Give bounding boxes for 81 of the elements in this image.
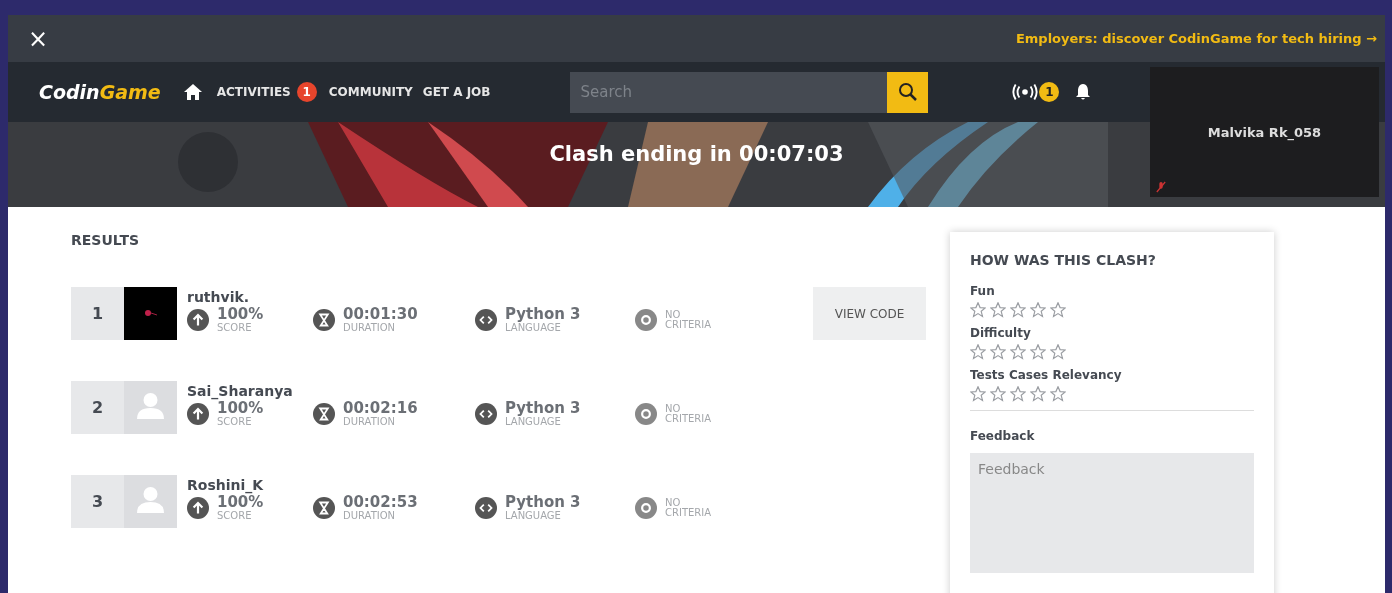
logo[interactable]: CodinGame: [39, 81, 161, 103]
criteria-value: NO: [665, 403, 682, 414]
star-icon[interactable]: [1050, 386, 1066, 402]
close-button[interactable]: ×: [28, 24, 49, 53]
rating-label: Tests Cases Relevancy: [970, 368, 1123, 382]
criteria-value: NO: [665, 309, 682, 320]
player-name[interactable]: Sai_Sharanya: [187, 383, 777, 399]
score-label: SCORE: [217, 416, 253, 428]
criteria-label: CRITERIA: [665, 414, 712, 425]
view-code-button[interactable]: VIEW CODE: [813, 287, 926, 340]
language-value: Python 3: [505, 495, 581, 511]
score-value: 100%: [217, 495, 264, 511]
duration-label: DURATION: [343, 510, 397, 522]
arrow-up-icon: [187, 309, 209, 332]
participant-name: Malvika Rk_058: [1207, 124, 1322, 140]
search-field[interactable]: Search: [570, 71, 888, 113]
search-icon: [897, 82, 918, 102]
score-label: SCORE: [217, 510, 253, 522]
star-icon[interactable]: [1010, 386, 1026, 402]
star-icon[interactable]: [970, 386, 986, 402]
feedback-label: Feedback: [970, 429, 1036, 443]
score-label: SCORE: [217, 322, 253, 334]
duration-value: 00:02:53: [343, 495, 418, 511]
star-icon[interactable]: [1050, 302, 1066, 318]
search-button[interactable]: [887, 71, 929, 113]
star-icon[interactable]: [1030, 302, 1046, 318]
code-icon: [475, 309, 497, 332]
star-icon[interactable]: [1050, 344, 1066, 360]
star-icon[interactable]: [1030, 344, 1046, 360]
arrow-up-icon: [187, 403, 209, 426]
player-name[interactable]: Roshini_K: [187, 477, 777, 493]
nav-link[interactable]: GET A JOB: [422, 85, 491, 99]
star-icon[interactable]: [990, 386, 1006, 402]
duration-value: 00:01:30: [343, 307, 418, 323]
star-icon[interactable]: [1030, 386, 1046, 402]
language-label: LANGUAGE: [505, 416, 561, 428]
language-label: LANGUAGE: [505, 322, 561, 334]
nav-link[interactable]: COMMUNITY: [328, 85, 413, 99]
star-icon[interactable]: [970, 344, 986, 360]
arrow-up-icon: [187, 497, 209, 520]
notification-badge: 1: [296, 82, 317, 102]
hourglass-icon: [313, 403, 335, 426]
duration-label: DURATION: [343, 322, 397, 334]
nav-link[interactable]: ACTIVITIES: [216, 85, 291, 99]
rank-number: 3: [71, 475, 124, 528]
criteria-value: NO: [665, 497, 682, 508]
duration-label: DURATION: [343, 416, 397, 428]
hourglass-icon: [313, 497, 335, 520]
rank-number: 1: [71, 287, 124, 340]
home-icon[interactable]: [182, 83, 203, 101]
rating-heading: HOW WAS THIS CLASH?: [970, 252, 1157, 268]
score-value: 100%: [217, 401, 264, 417]
clash-timer-title: Clash ending in 00:07:03: [549, 141, 844, 166]
star-icon[interactable]: [970, 302, 986, 318]
star-icon[interactable]: [1010, 302, 1026, 318]
broadcast-icon[interactable]: [1011, 83, 1040, 101]
code-icon: [475, 403, 497, 426]
bell-icon[interactable]: [1075, 83, 1092, 101]
rank-number: 2: [71, 381, 124, 434]
rating-label: Fun: [970, 284, 996, 298]
score-value: 100%: [217, 307, 264, 323]
employers-link[interactable]: Employers: discover CodinGame for tech hiring →: [1015, 31, 1377, 46]
language-value: Python 3: [505, 401, 581, 417]
criteria-label: CRITERIA: [665, 508, 712, 519]
language-value: Python 3: [505, 307, 581, 323]
muted-mic-icon: [1156, 181, 1166, 193]
rating-label: Difficulty: [970, 326, 1032, 340]
feedback-field[interactable]: Feedback: [970, 453, 1254, 573]
star-icon[interactable]: [1010, 344, 1026, 360]
avatar-icon: [124, 475, 177, 528]
avatar-icon: [124, 381, 177, 434]
star-icon[interactable]: [990, 344, 1006, 360]
results-heading: RESULTS: [71, 232, 141, 248]
criteria-label: CRITERIA: [665, 320, 712, 331]
code-icon: [475, 497, 497, 520]
star-icon[interactable]: [990, 302, 1006, 318]
duration-value: 00:02:16: [343, 401, 418, 417]
hourglass-icon: [313, 309, 335, 332]
player-name[interactable]: ruthvik.: [187, 289, 777, 305]
notification-badge: 1: [1039, 82, 1060, 102]
language-label: LANGUAGE: [505, 510, 561, 522]
